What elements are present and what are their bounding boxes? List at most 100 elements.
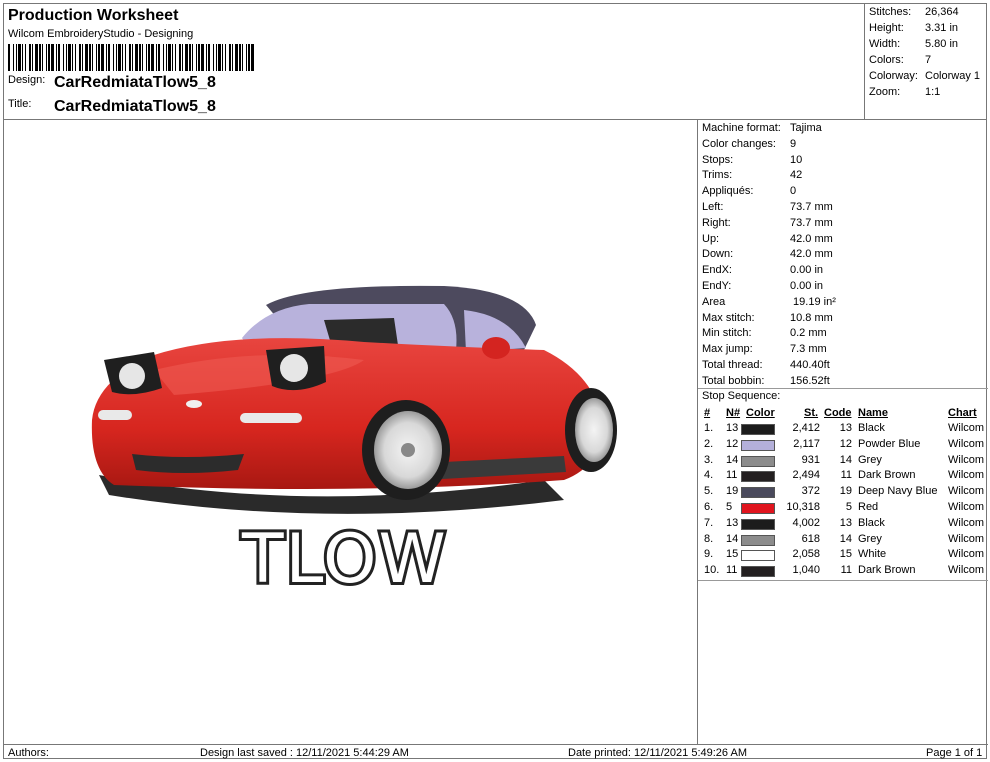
table-row: 4. 11 2,494 11 Dark Brown Wilcom bbox=[698, 469, 988, 485]
color-swatch bbox=[741, 534, 775, 546]
seq-st: 10,318 bbox=[786, 501, 820, 513]
info-row: Max stitch: 10.8 mm bbox=[702, 311, 833, 324]
seq-name: Dark Brown bbox=[858, 469, 916, 482]
seq-chart: Wilcom bbox=[948, 437, 985, 450]
seq-num: 3. bbox=[704, 453, 714, 466]
seq-name: Black bbox=[858, 516, 885, 529]
seq-code: 11 bbox=[840, 564, 852, 577]
summary-stats: Stitches: 26,364 Height: 3.31 in Width: 5.8… bbox=[864, 4, 987, 120]
seq-n: 14 bbox=[726, 453, 739, 466]
seq-chart: Wilcom bbox=[948, 532, 985, 545]
seq-code: 13 bbox=[839, 422, 852, 434]
stop-sequence-heading: Stop Sequence: bbox=[702, 390, 781, 402]
seq-code: 14 bbox=[839, 453, 852, 466]
title-name: CarRedmiataTlow5_8 bbox=[54, 98, 216, 115]
seq-st: 1,040 bbox=[792, 564, 820, 577]
worksheet-frame: Production Worksheet Wilcom EmbroiderySt… bbox=[3, 3, 988, 760]
col-chart: Chart bbox=[948, 407, 977, 419]
seq-num: 7. bbox=[704, 516, 714, 529]
embroidered-text: TLOW bbox=[241, 520, 448, 599]
seq-n: 5 bbox=[726, 501, 733, 513]
table-row: 3. 14 931 14 Grey Wilcom bbox=[698, 454, 988, 470]
barcode bbox=[8, 44, 254, 71]
seq-n: 11 bbox=[726, 564, 738, 577]
color-swatch bbox=[741, 566, 775, 578]
seq-chart: Wilcom bbox=[948, 516, 985, 529]
info-row: EndX: 0.00 in bbox=[702, 264, 824, 277]
stat-height: Height: 3.31 in bbox=[869, 22, 959, 34]
title-label: Title: bbox=[8, 98, 32, 110]
footer: Authors: Design last saved : 12/11/2021 … bbox=[4, 744, 988, 760]
col-n: N# bbox=[726, 407, 741, 419]
title-row: Title: CarRedmiataTlow5_8 bbox=[8, 98, 508, 120]
seq-num: 10. bbox=[704, 564, 720, 577]
design-label: Design: bbox=[8, 74, 46, 86]
info-row: Left: 73.7 mm bbox=[702, 201, 833, 213]
seq-code: 14 bbox=[839, 532, 852, 545]
stat-colorway: Colorway: Colorway 1 bbox=[869, 70, 981, 82]
seq-st: 372 bbox=[801, 485, 820, 498]
seq-n: 14 bbox=[726, 532, 739, 545]
col-name: Name bbox=[858, 407, 888, 419]
color-swatch bbox=[741, 424, 775, 435]
color-swatch bbox=[741, 550, 775, 562]
worksheet-title: Production Worksheet bbox=[8, 7, 179, 24]
seq-chart: Wilcom bbox=[948, 469, 985, 482]
seq-num: 1. bbox=[704, 422, 714, 434]
col-code: Code bbox=[824, 407, 852, 419]
seq-name: Dark Brown bbox=[858, 564, 916, 577]
seq-n: 12 bbox=[726, 437, 739, 450]
seq-num: 5. bbox=[704, 485, 714, 498]
stat-zoom: Zoom: 1:1 bbox=[869, 86, 941, 98]
page-number: Page 1 of 1 bbox=[926, 747, 983, 759]
seq-name: Grey bbox=[858, 453, 882, 466]
info-row: Stops: 10 bbox=[702, 153, 803, 166]
stat-stitches: Stitches: 26,364 bbox=[869, 6, 959, 18]
seq-n: 13 bbox=[726, 516, 739, 529]
stat-width: Width: 5.80 in bbox=[869, 38, 959, 50]
seq-n: 15 bbox=[726, 548, 739, 561]
seq-n: 19 bbox=[726, 485, 739, 498]
col-num: # bbox=[704, 407, 711, 419]
seq-st: 618 bbox=[801, 532, 820, 545]
info-row: Right: 73.7 mm bbox=[702, 216, 833, 229]
machine-info-panel: Machine format: Tajima Color changes: 9 Stop… bbox=[698, 120, 988, 744]
seq-num: 9. bbox=[704, 548, 714, 561]
seq-code: 13 bbox=[839, 516, 852, 529]
seq-chart: Wilcom bbox=[948, 485, 985, 498]
seq-st: 2,058 bbox=[792, 548, 820, 561]
design-name: CarRedmiataTlow5_8 bbox=[54, 74, 216, 91]
header: Production Worksheet Wilcom EmbroiderySt… bbox=[4, 4, 864, 120]
seq-name: White bbox=[858, 548, 887, 561]
seq-st: 2,494 bbox=[792, 469, 820, 482]
seq-chart: Wilcom bbox=[948, 501, 985, 513]
date-printed: Date printed: 12/11/2021 5:49:26 AM bbox=[568, 747, 747, 759]
embroidery-car-image: TLOW bbox=[91, 285, 617, 602]
design-preview: TLOW bbox=[4, 120, 698, 744]
seq-num: 8. bbox=[704, 532, 714, 545]
seq-name: Grey bbox=[858, 532, 882, 545]
seq-st: 931 bbox=[801, 453, 820, 466]
info-row: Down: 42.0 mm bbox=[702, 248, 833, 261]
design-row: Design: CarRedmiataTlow5_8 bbox=[8, 74, 508, 96]
seq-num: 6. bbox=[704, 501, 714, 513]
divider bbox=[698, 388, 988, 389]
info-row: Appliqués: 0 bbox=[702, 185, 797, 198]
seq-st: 4,002 bbox=[792, 516, 820, 529]
table-row: 10. 11 1,040 11 Dark Brown Wilcom bbox=[698, 564, 988, 580]
seq-st: 2,412 bbox=[792, 422, 820, 434]
seq-name: Red bbox=[858, 501, 879, 513]
table-row: 5. 19 372 19 Deep Navy Blue Wilcom bbox=[698, 485, 988, 501]
seq-chart: Wilcom bbox=[948, 453, 985, 466]
seq-chart: Wilcom bbox=[948, 564, 985, 577]
table-row: 8. 14 618 14 Grey Wilcom bbox=[698, 533, 988, 549]
color-swatch bbox=[741, 518, 775, 530]
authors-label: Authors: bbox=[8, 747, 49, 759]
seq-code: 19 bbox=[839, 485, 852, 498]
seq-name: Deep Navy Blue bbox=[858, 485, 938, 498]
col-stitches: St. bbox=[804, 407, 819, 419]
color-swatch bbox=[741, 439, 775, 451]
info-row: Max jump: 7.3 mm bbox=[702, 343, 827, 356]
seq-code: 15 bbox=[839, 548, 852, 561]
seq-chart: Wilcom bbox=[948, 422, 985, 434]
